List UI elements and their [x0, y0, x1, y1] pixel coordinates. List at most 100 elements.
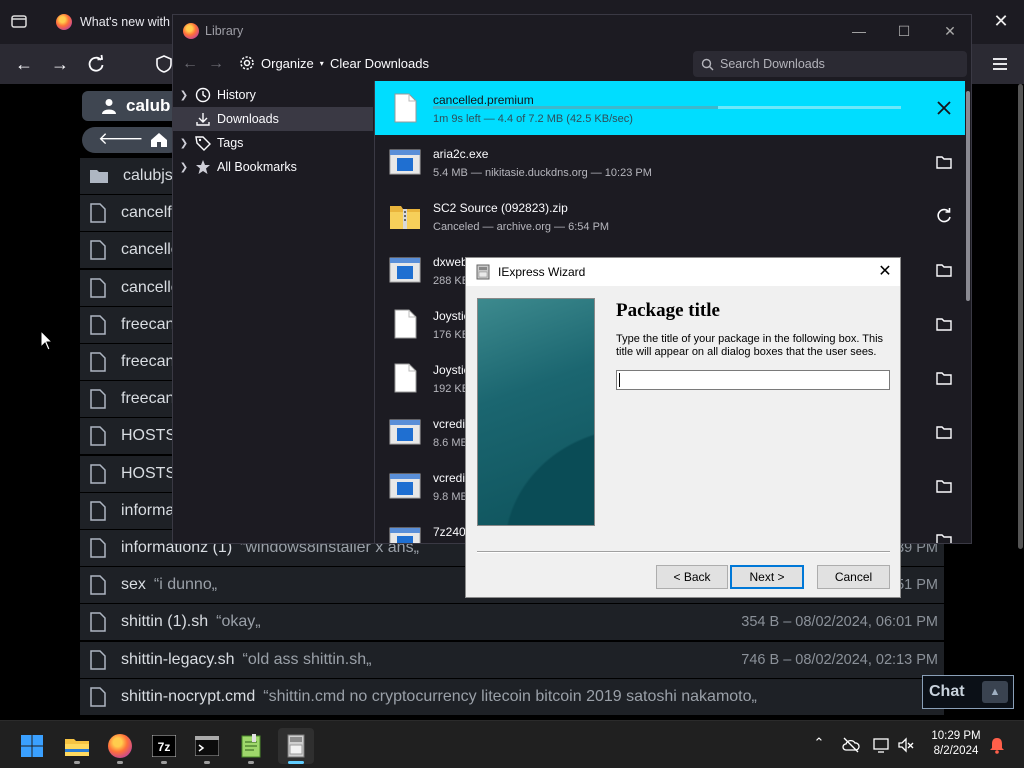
folder-icon[interactable] [935, 423, 953, 441]
retry-icon[interactable] [935, 207, 953, 225]
file-name[interactable]: cancelle [121, 241, 180, 259]
file-name[interactable]: shittin (1).sh [121, 613, 208, 631]
chevron-right-icon[interactable]: ❯ [173, 162, 195, 173]
sidebar-item-all-bookmarks[interactable]: ❯ All Bookmarks [173, 155, 373, 179]
running-indicator [117, 761, 123, 764]
windows-start-icon [21, 735, 43, 757]
library-title: Library [205, 24, 244, 38]
firefox-icon [108, 734, 132, 758]
volume-muted-icon[interactable] [896, 735, 916, 755]
close-icon[interactable]: ✕ [876, 263, 894, 281]
organize-label: Organize [261, 55, 314, 71]
iexpress-taskbar-button[interactable] [278, 728, 314, 764]
sidebar-item-history[interactable]: ❯ History [173, 83, 373, 107]
cloud-offline-icon[interactable] [841, 735, 861, 755]
download-item[interactable]: SC2 Source (092823).zip Canceled — archiv… [375, 189, 965, 243]
file-name[interactable]: freecan [121, 390, 174, 408]
close-icon[interactable]: ✕ [940, 21, 960, 41]
cancel-icon[interactable] [935, 99, 953, 117]
file-name[interactable]: shittin-legacy.sh [121, 651, 235, 669]
terminal-button[interactable] [189, 728, 225, 764]
file-icon [90, 315, 106, 335]
folder-icon[interactable] [935, 261, 953, 279]
chevron-right-icon[interactable]: ❯ [173, 90, 195, 101]
running-indicator [248, 761, 254, 764]
wizard-title: IExpress Wizard [498, 265, 586, 279]
cancel-button[interactable]: Cancel [817, 565, 890, 589]
file-name[interactable]: freecan [121, 353, 174, 371]
next-button[interactable]: Next > [730, 565, 804, 589]
file-name[interactable]: informa [121, 502, 174, 520]
notepad-button[interactable] [233, 728, 269, 764]
file-name[interactable]: HOSTS [121, 465, 176, 483]
file-name[interactable]: calubjs [123, 167, 173, 185]
folder-icon[interactable] [935, 315, 953, 333]
file-icon [90, 463, 106, 484]
wizard-description: Type the title of your package in the fo… [616, 333, 884, 358]
clear-downloads-button[interactable]: Clear Downloads [330, 56, 429, 71]
folder-icon[interactable] [935, 153, 953, 171]
file-explorer-button[interactable] [59, 728, 95, 764]
library-title-bar[interactable]: Library — ☐ ✕ [173, 15, 971, 47]
search-downloads-input[interactable]: Search Downloads [693, 51, 967, 77]
system-clock[interactable]: 10:29 PM 8/2/2024 [928, 729, 984, 759]
notification-bell-icon[interactable] [987, 735, 1007, 755]
sidebar-item-label: Tags [217, 136, 244, 150]
tab-list-icon[interactable] [10, 12, 28, 30]
7zip-button[interactable]: 7z [146, 728, 182, 764]
file-name[interactable]: freecan [121, 316, 174, 334]
sidebar-item-tags[interactable]: ❯ Tags [173, 131, 373, 155]
file-row[interactable]: shittin-legacy.sh “old ass shittin.sh„ 746… [80, 641, 944, 678]
minimize-icon[interactable]: — [849, 21, 869, 41]
iexpress-icon [476, 264, 490, 280]
folder-icon[interactable] [935, 369, 953, 387]
folder-icon[interactable] [935, 531, 953, 544]
download-item[interactable]: cancelled.premium 1m 9s left — 4.4 of 7.2… [375, 81, 965, 135]
maximize-icon[interactable]: ☐ [894, 21, 914, 41]
scroll-thumb[interactable] [966, 91, 970, 301]
back-arrow-icon[interactable]: ← [179, 55, 201, 73]
back-button[interactable]: < Back [656, 565, 728, 589]
downloads-scrollbar[interactable] [965, 81, 971, 543]
file-icon [90, 426, 106, 447]
wizard-title-bar[interactable]: IExpress Wizard ✕ [466, 258, 900, 286]
reload-icon[interactable] [85, 53, 107, 75]
organize-button[interactable]: Organize ▾ [239, 55, 324, 71]
text-caret [619, 373, 620, 387]
file-name[interactable]: sex [121, 576, 146, 594]
download-status: 5.4 MB — nikitasie.duckdns.org — 10:23 P… [433, 167, 652, 179]
hamburger-menu-icon[interactable] [988, 52, 1012, 76]
file-icon [90, 203, 106, 223]
folder-icon[interactable] [935, 477, 953, 495]
package-title-input[interactable] [616, 370, 890, 390]
user-badge[interactable]: calub [82, 91, 182, 121]
chevron-up-icon[interactable]: ⌃ [809, 735, 829, 755]
download-item[interactable]: aria2c.exe 5.4 MB — nikitasie.duckdns.org… [375, 135, 965, 189]
file-name[interactable]: cancelle [121, 279, 180, 297]
firefox-taskbar-button[interactable] [102, 728, 138, 764]
clock-time: 10:29 PM [931, 730, 981, 742]
back-arrow-icon[interactable]: ← [13, 53, 35, 75]
forward-arrow-icon[interactable]: → [205, 55, 227, 73]
exe-icon [389, 473, 421, 499]
network-icon[interactable] [872, 735, 892, 755]
path-nav: 🡐 [82, 127, 182, 153]
file-name[interactable]: HOSTS [121, 427, 176, 445]
start-button[interactable] [14, 728, 50, 764]
back-arrow-icon[interactable]: 🡐 [98, 129, 144, 149]
home-icon[interactable] [150, 132, 168, 148]
download-status: 9.8 MB [433, 491, 468, 503]
forward-arrow-icon[interactable]: → [49, 53, 71, 75]
download-status: 288 KB [433, 275, 470, 287]
sidebar-item-downloads[interactable]: Downloads [173, 107, 373, 131]
file-name[interactable]: shittin-nocrypt.cmd [121, 688, 255, 706]
file-row[interactable]: shittin (1).sh “okay„ 354 B – 08/02/2024, … [80, 604, 944, 641]
chat-button[interactable]: Chat ▲ [922, 675, 1014, 709]
file-description: “old ass shittin.sh„ [242, 650, 372, 668]
file-icon [394, 363, 417, 393]
page-scrollbar[interactable] [1018, 84, 1023, 549]
file-row[interactable]: shittin-nocrypt.cmd “shittin.cmd no crypt… [80, 678, 944, 715]
file-icon [90, 612, 106, 633]
chevron-right-icon[interactable]: ❯ [173, 138, 195, 149]
close-window-button[interactable]: ✕ [990, 10, 1012, 32]
